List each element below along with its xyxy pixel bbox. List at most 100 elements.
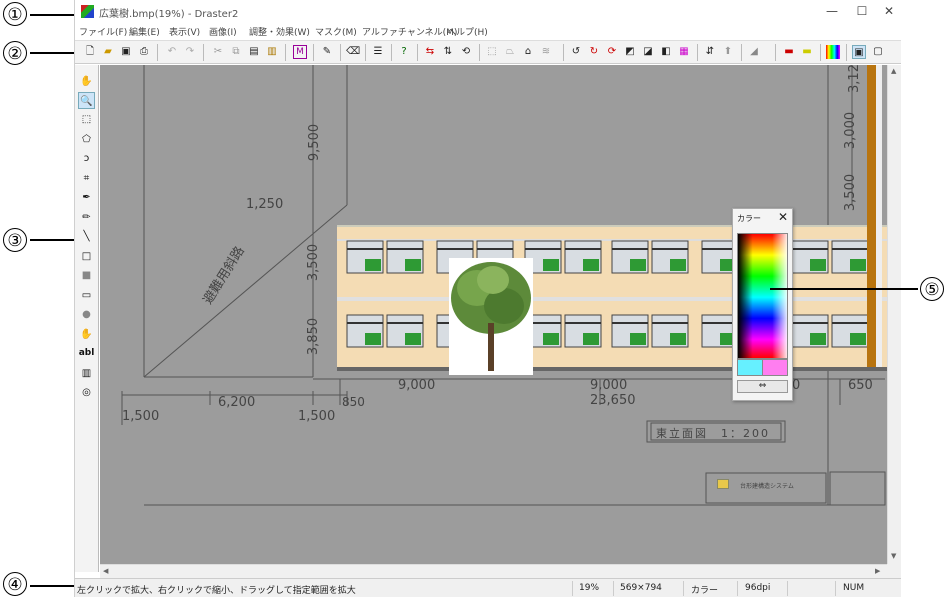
toolbar-separator: [157, 44, 158, 61]
transform-icon[interactable]: ⬚: [485, 45, 499, 59]
scan-icon[interactable]: ✎: [320, 45, 334, 59]
dim-312: 3,12: [846, 65, 862, 93]
scroll-left-icon[interactable]: ◀: [103, 567, 108, 575]
toolbar-separator: [820, 44, 821, 61]
horizontal-scrollbar[interactable]: ◀ ▶: [100, 564, 887, 578]
status-separator: [835, 581, 836, 596]
status-separator: [572, 581, 573, 596]
levels-icon[interactable]: ⬆: [721, 45, 735, 59]
swap-colors-button[interactable]: ⇔: [737, 380, 788, 393]
dim-1250: 1,250: [246, 197, 284, 212]
help-icon[interactable]: ?: [397, 45, 411, 59]
scroll-down-icon[interactable]: ▼: [891, 552, 896, 560]
eyedropper-icon[interactable]: ✒: [78, 189, 95, 206]
menu-adjust[interactable]: 調整・効果(W): [249, 25, 310, 38]
filled-ellipse-icon[interactable]: ●: [78, 306, 95, 323]
stamp-icon[interactable]: ◎: [78, 384, 95, 401]
undo-icon[interactable]: ↶: [165, 45, 179, 59]
lasso-icon[interactable]: ↄ: [78, 150, 95, 167]
window-green-panel: [850, 333, 866, 345]
callout-1-line: [30, 14, 76, 16]
toolbar-separator: [563, 44, 564, 61]
eraser-icon[interactable]: ⌫: [346, 45, 360, 59]
threshold-icon[interactable]: ◧: [659, 45, 673, 59]
flip-horizontal-icon[interactable]: ⇆: [423, 45, 437, 59]
toolbar-separator: [775, 44, 776, 61]
scroll-right-icon[interactable]: ▶: [875, 567, 880, 575]
new-icon[interactable]: 🗋: [83, 45, 97, 59]
pencil-icon[interactable]: ✏: [78, 209, 95, 226]
crop-icon[interactable]: ⌗: [78, 170, 95, 187]
display-yellow-icon[interactable]: ▬: [800, 45, 814, 59]
toolbar: 🗋 ▰ ▣ ⎙ ↶ ↷ ✂ ⧉ ▤ ▥ M ✎ ⌫ ☰ ? ⇆ ⇅ ⟲ ⬚ ⏢ …: [75, 40, 901, 64]
menu-file[interactable]: ファイル(F): [79, 25, 127, 38]
palette-close-icon[interactable]: ✕: [778, 210, 788, 224]
zoom-icon[interactable]: 🔍: [78, 92, 95, 109]
hand-icon[interactable]: ✋: [78, 73, 95, 90]
cut-icon[interactable]: ✂: [211, 45, 225, 59]
rotate-180-icon[interactable]: ↻: [587, 45, 601, 59]
color-adjust-icon[interactable]: ▦: [677, 45, 691, 59]
status-num: NUM: [843, 583, 865, 593]
status-dpi: 96dpi: [745, 583, 771, 593]
rectangle-icon[interactable]: □: [78, 248, 95, 265]
dim-3850: 3,850: [306, 317, 322, 356]
resize-icon[interactable]: ⇵: [703, 45, 717, 59]
menu-edit[interactable]: 編集(E): [129, 25, 160, 38]
rect-select-icon[interactable]: ⬚: [78, 111, 95, 128]
dim-650: 650: [848, 378, 873, 393]
color-bar-icon[interactable]: [826, 45, 840, 59]
mask-icon[interactable]: M: [293, 45, 307, 59]
threshold-triangle-icon[interactable]: ◢: [747, 45, 761, 59]
view-full-icon[interactable]: ▣: [852, 45, 866, 59]
toolbar-separator: [203, 44, 204, 61]
text-icon[interactable]: abl: [78, 345, 95, 362]
grayscale-icon[interactable]: ◪: [641, 45, 655, 59]
gradient-fill-icon[interactable]: ▥: [78, 365, 95, 382]
color-palette-window[interactable]: カラー ✕ ⇔: [732, 208, 793, 401]
menu-image[interactable]: 画像(I): [209, 25, 237, 38]
open-icon[interactable]: ▰: [101, 45, 115, 59]
window-green-panel: [850, 259, 866, 271]
callout-2: ②: [0, 38, 30, 68]
save-icon[interactable]: ▣: [119, 45, 133, 59]
minimize-button[interactable]: —: [815, 0, 849, 23]
view-fit-icon[interactable]: ▢: [871, 45, 885, 59]
paste-icon[interactable]: ▤: [247, 45, 261, 59]
window-green-panel: [630, 333, 646, 345]
rotate-left-icon[interactable]: ↺: [569, 45, 583, 59]
menu-mask[interactable]: マスク(M): [315, 25, 357, 38]
color-spectrum[interactable]: [737, 233, 788, 359]
menu-help[interactable]: ヘルプ(H): [447, 25, 488, 38]
line-icon[interactable]: ╲: [78, 228, 95, 245]
scroll-up-icon[interactable]: ▲: [891, 67, 896, 75]
window-green-panel: [670, 259, 686, 271]
warp-icon[interactable]: ⌂: [521, 45, 535, 59]
display-red-icon[interactable]: ▬: [782, 45, 796, 59]
foreground-color-swatch[interactable]: [737, 359, 763, 376]
rotate-icon[interactable]: ⟲: [459, 45, 473, 59]
menu-view[interactable]: 表示(V): [169, 25, 200, 38]
background-color-swatch[interactable]: [762, 359, 788, 376]
dim-1500-b: 1,500: [298, 409, 336, 424]
invert-icon[interactable]: ◩: [623, 45, 637, 59]
copy-icon[interactable]: ⧉: [229, 45, 243, 59]
callout-5-line: [770, 288, 918, 290]
print-icon[interactable]: ⎙: [137, 45, 151, 59]
polygon-select-icon[interactable]: ⬠: [78, 131, 95, 148]
status-separator: [683, 581, 684, 596]
fill-icon[interactable]: ✋: [78, 326, 95, 343]
rotate-90-icon[interactable]: ⟳: [605, 45, 619, 59]
paste-new-icon[interactable]: ▥: [265, 45, 279, 59]
ellipse-icon[interactable]: ▭: [78, 287, 95, 304]
dim-3000: 3,000: [843, 111, 859, 150]
line-width-icon[interactable]: ☰: [371, 45, 385, 59]
close-button[interactable]: ✕: [872, 0, 906, 23]
vertical-scrollbar[interactable]: ▲ ▼: [887, 65, 901, 564]
perspective-icon[interactable]: ⏢: [503, 45, 517, 59]
filled-rectangle-icon[interactable]: ■: [78, 267, 95, 284]
redo-icon[interactable]: ↷: [183, 45, 197, 59]
menu-alpha[interactable]: アルファチャンネル(M): [362, 25, 457, 38]
gradient-icon[interactable]: ≋: [539, 45, 553, 59]
flip-vertical-icon[interactable]: ⇅: [441, 45, 455, 59]
